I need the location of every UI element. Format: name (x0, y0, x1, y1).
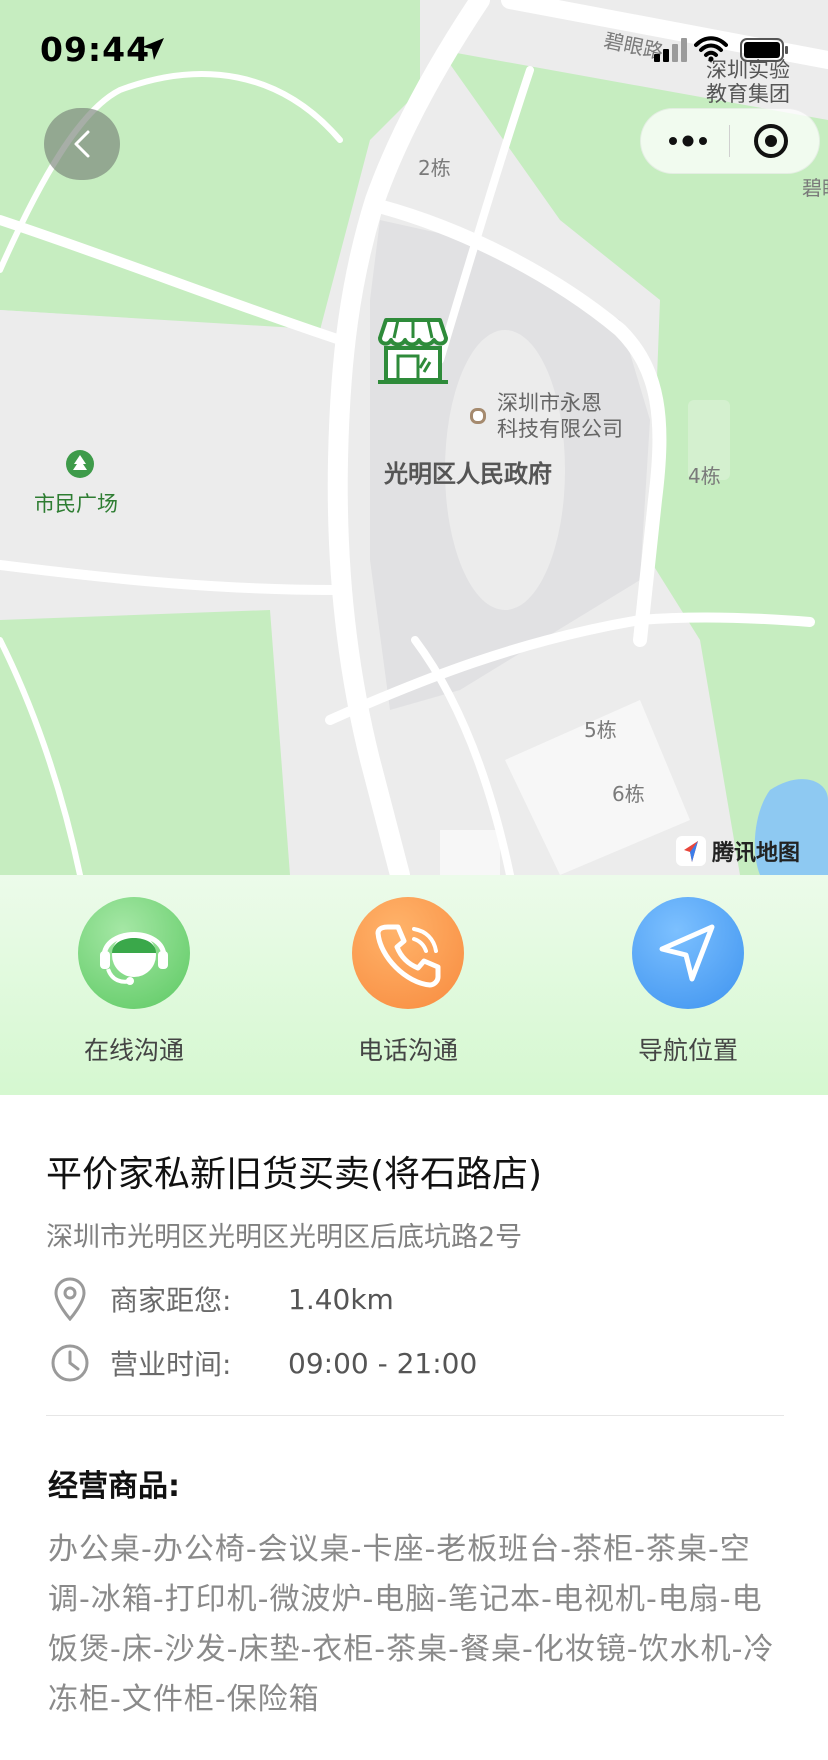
navigate-button[interactable]: 导航位置 (598, 897, 778, 1067)
cellular-signal-icon (654, 38, 687, 62)
map-attribution: 腾讯地图 (676, 834, 800, 868)
status-time: 09:44 (40, 30, 151, 69)
poi-company-line2: 科技有限公司 (497, 417, 623, 441)
back-button[interactable] (44, 108, 120, 180)
store-marker-icon[interactable] (376, 312, 450, 390)
building-label-2: 2栋 (418, 156, 451, 180)
store-address[interactable]: 深圳市光明区光明区光明区后底坑路2号 (46, 1215, 522, 1254)
building-label-6: 6栋 (612, 782, 645, 806)
more-options-icon[interactable] (667, 131, 709, 151)
phone-call-button[interactable]: 电话沟通 (318, 897, 498, 1067)
goods-list-text: 办公桌-办公椅-会议桌-卡座-老板班台-茶柜-茶桌-空调-冰箱-打印机-微波炉-… (48, 1532, 775, 1717)
location-pin-icon (54, 1277, 86, 1321)
section-divider (46, 1415, 784, 1416)
building-label-5: 5栋 (584, 718, 617, 742)
hours-label: 营业时间: (110, 1348, 232, 1381)
building-label-4: 4栋 (688, 464, 721, 488)
park-label: 市民广场 (34, 492, 118, 516)
store-info-panel: 平价家私新旧货买卖(将石路店) 深圳市光明区光明区光明区后底坑路2号 商家距您:… (0, 1095, 828, 1760)
distance-value: 1.40km (288, 1282, 394, 1316)
online-chat-button[interactable]: 在线沟通 (44, 897, 224, 1067)
status-bar: 09:44 (0, 0, 828, 100)
wifi-icon (694, 36, 728, 62)
map-road-label-right: 碧眼 (802, 176, 828, 200)
capsule-divider (729, 125, 730, 157)
goods-heading: 经营商品: (48, 1469, 180, 1504)
distance-label: 商家距您: (110, 1284, 232, 1317)
navigation-icon (632, 897, 744, 1009)
distance-row: 商家距您: 1.40km (50, 1277, 394, 1321)
miniprogram-capsule (640, 108, 820, 174)
clock-icon (51, 1344, 89, 1382)
hours-row: 营业时间: 09:00 - 21:00 (50, 1341, 477, 1385)
phone-icon (352, 897, 464, 1009)
map-attribution-text: 腾讯地图 (712, 841, 801, 866)
hours-value: 09:00 - 21:00 (288, 1346, 478, 1380)
battery-icon (740, 38, 788, 62)
location-arrow-icon (142, 38, 164, 60)
tencent-map-logo-icon (676, 836, 706, 866)
poi-company-line1: 深圳市永恩 (497, 391, 602, 415)
poi-government-label: 光明区人民政府 (384, 460, 552, 488)
close-miniprogram-icon[interactable] (751, 121, 791, 161)
poi-marker-dot (470, 408, 486, 424)
chevron-left-icon (74, 130, 90, 158)
phone-call-label: 电话沟通 (357, 1036, 458, 1065)
customer-service-icon (78, 897, 190, 1009)
action-bar: 在线沟通 电话沟通 导航位置 (0, 875, 828, 1095)
park-icon (66, 450, 94, 478)
store-name: 平价家私新旧货买卖(将石路店) (46, 1154, 543, 1195)
navigate-label: 导航位置 (637, 1036, 738, 1065)
online-chat-label: 在线沟通 (83, 1036, 184, 1065)
map-view[interactable]: 碧眼路 碧眼 深圳实验 教育集团 2栋 4栋 5栋 6栋 深圳市永恩 科技有限公… (0, 0, 828, 875)
poi-company-label: 深圳市永恩 科技有限公司 (497, 390, 623, 442)
